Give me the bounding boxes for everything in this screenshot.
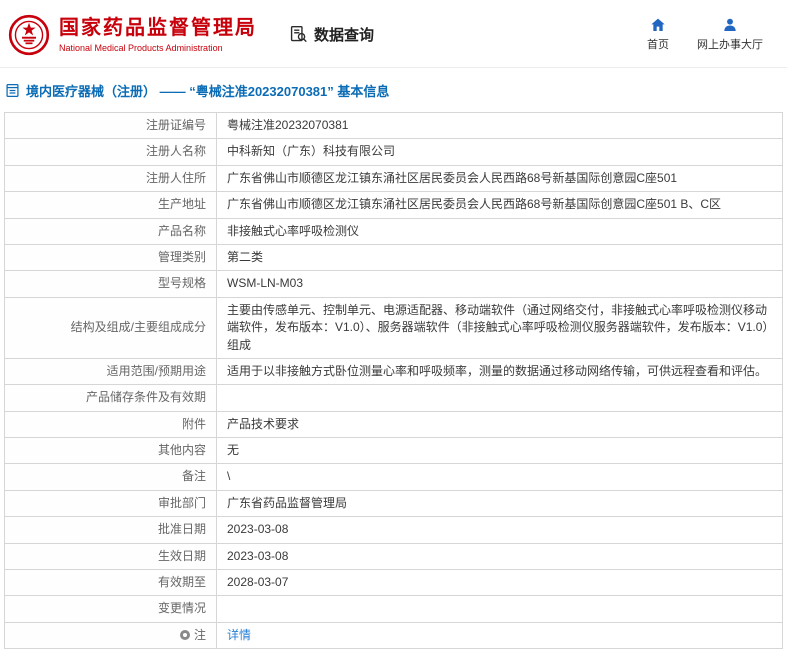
table-row: 生产地址广东省佛山市顺德区龙江镇东涌社区居民委员会人民西路68号新基国际创意园C… bbox=[5, 192, 783, 218]
row-label: 注册人名称 bbox=[5, 139, 217, 165]
row-value: 产品技术要求 bbox=[217, 411, 783, 437]
breadcrumb: 境内医疗器械（注册） —— “粤械注准20232070381” 基本信息 bbox=[0, 68, 787, 110]
table-row: 产品储存条件及有效期 bbox=[5, 385, 783, 411]
table-row: 注详情 bbox=[5, 622, 783, 648]
row-label: 有效期至 bbox=[5, 570, 217, 596]
row-label: 管理类别 bbox=[5, 244, 217, 270]
table-row: 批准日期2023-03-08 bbox=[5, 517, 783, 543]
page-document-icon bbox=[5, 83, 20, 98]
row-label: 审批部门 bbox=[5, 490, 217, 516]
table-row: 管理类别第二类 bbox=[5, 244, 783, 270]
row-value: 广东省药品监督管理局 bbox=[217, 490, 783, 516]
row-value: WSM-LN-M03 bbox=[217, 271, 783, 297]
top-right-nav: 首页 网上办事大厅 bbox=[647, 17, 777, 52]
table-row: 有效期至2028-03-07 bbox=[5, 570, 783, 596]
row-value: 广东省佛山市顺德区龙江镇东涌社区居民委员会人民西路68号新基国际创意园C座501… bbox=[217, 192, 783, 218]
row-value: 详情 bbox=[217, 622, 783, 648]
row-value: 无 bbox=[217, 438, 783, 464]
site-subtitle: National Medical Products Administration bbox=[59, 43, 257, 53]
row-label: 生产地址 bbox=[5, 192, 217, 218]
detail-link[interactable]: 详情 bbox=[227, 628, 251, 642]
row-value bbox=[217, 385, 783, 411]
table-row: 型号规格WSM-LN-M03 bbox=[5, 271, 783, 297]
row-value: \ bbox=[217, 464, 783, 490]
nav-data-query[interactable]: 数据查询 bbox=[289, 24, 374, 45]
row-label: 注 bbox=[5, 622, 217, 648]
row-value: 粤械注准20232070381 bbox=[217, 113, 783, 139]
row-label: 型号规格 bbox=[5, 271, 217, 297]
nav-home-label: 首页 bbox=[647, 36, 669, 52]
row-label: 备注 bbox=[5, 464, 217, 490]
row-value: 主要由传感单元、控制单元、电源适配器、移动端软件（通过网络交付，非接触式心率呼吸… bbox=[217, 297, 783, 358]
table-row: 备注\ bbox=[5, 464, 783, 490]
table-row: 附件产品技术要求 bbox=[5, 411, 783, 437]
registration-info-table: 注册证编号粤械注准20232070381注册人名称中科新知（广东）科技有限公司注… bbox=[4, 112, 783, 649]
table-row: 审批部门广东省药品监督管理局 bbox=[5, 490, 783, 516]
national-emblem-icon bbox=[8, 14, 50, 56]
row-value: 2023-03-08 bbox=[217, 543, 783, 569]
row-value: 非接触式心率呼吸检测仪 bbox=[217, 218, 783, 244]
row-value: 广东省佛山市顺德区龙江镇东涌社区居民委员会人民西路68号新基国际创意园C座501 bbox=[217, 165, 783, 191]
nav-service-hall-label: 网上办事大厅 bbox=[697, 36, 763, 52]
person-icon bbox=[722, 17, 738, 33]
row-value bbox=[217, 596, 783, 622]
site-title: 国家药品监督管理局 bbox=[59, 16, 257, 41]
table-row: 注册人住所广东省佛山市顺德区龙江镇东涌社区居民委员会人民西路68号新基国际创意园… bbox=[5, 165, 783, 191]
nav-data-query-label: 数据查询 bbox=[314, 24, 374, 45]
home-icon bbox=[650, 17, 666, 33]
row-label: 注册证编号 bbox=[5, 113, 217, 139]
table-row: 注册证编号粤械注准20232070381 bbox=[5, 113, 783, 139]
row-label: 注册人住所 bbox=[5, 165, 217, 191]
row-value: 第二类 bbox=[217, 244, 783, 270]
nav-service-hall[interactable]: 网上办事大厅 bbox=[697, 17, 763, 52]
row-label: 产品储存条件及有效期 bbox=[5, 385, 217, 411]
table-row: 注册人名称中科新知（广东）科技有限公司 bbox=[5, 139, 783, 165]
row-label: 其他内容 bbox=[5, 438, 217, 464]
table-row: 适用范围/预期用途适用于以非接触方式卧位测量心率和呼吸频率，测量的数据通过移动网… bbox=[5, 358, 783, 384]
page: 国家药品监督管理局 National Medical Products Admi… bbox=[0, 0, 787, 649]
row-label: 适用范围/预期用途 bbox=[5, 358, 217, 384]
breadcrumb-text: 境内医疗器械（注册） —— “粤械注准20232070381” 基本信息 bbox=[26, 81, 389, 100]
table-row: 变更情况 bbox=[5, 596, 783, 622]
nav-home[interactable]: 首页 bbox=[647, 17, 669, 52]
row-value: 中科新知（广东）科技有限公司 bbox=[217, 139, 783, 165]
table-row: 产品名称非接触式心率呼吸检测仪 bbox=[5, 218, 783, 244]
row-label: 产品名称 bbox=[5, 218, 217, 244]
row-label: 批准日期 bbox=[5, 517, 217, 543]
table-row: 其他内容无 bbox=[5, 438, 783, 464]
table-row: 结构及组成/主要组成成分主要由传感单元、控制单元、电源适配器、移动端软件（通过网… bbox=[5, 297, 783, 358]
brand-text: 国家药品监督管理局 National Medical Products Admi… bbox=[59, 16, 257, 53]
row-value: 2028-03-07 bbox=[217, 570, 783, 596]
table-row: 生效日期2023-03-08 bbox=[5, 543, 783, 569]
row-value: 2023-03-08 bbox=[217, 517, 783, 543]
note-icon bbox=[180, 630, 190, 640]
brand: 国家药品监督管理局 National Medical Products Admi… bbox=[8, 14, 257, 56]
document-search-icon bbox=[289, 25, 308, 44]
row-label: 附件 bbox=[5, 411, 217, 437]
row-label: 结构及组成/主要组成成分 bbox=[5, 297, 217, 358]
site-header: 国家药品监督管理局 National Medical Products Admi… bbox=[0, 0, 787, 68]
row-label: 变更情况 bbox=[5, 596, 217, 622]
row-value: 适用于以非接触方式卧位测量心率和呼吸频率，测量的数据通过移动网络传输，可供远程查… bbox=[217, 358, 783, 384]
row-label: 生效日期 bbox=[5, 543, 217, 569]
